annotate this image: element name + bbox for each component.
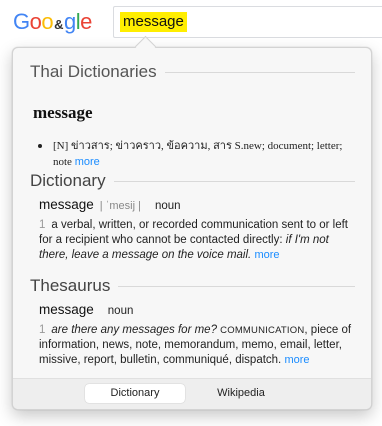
search-box[interactable]: message [113,6,382,38]
sense-number: 1 [39,219,46,231]
lookup-popover: Thai Dictionaries message [N] ข่าวสาร; ข… [12,47,372,410]
tab-wikipedia[interactable]: Wikipedia [191,384,291,403]
sense-number: 1 [39,324,46,336]
dictionary-more-link[interactable]: more [254,249,279,261]
popover-content[interactable]: Thai Dictionaries message [N] ข่าวสาร; ข… [13,48,371,379]
sense-tag: COMMUNICATION [220,325,305,336]
section-heading-thesaurus: Thesaurus [30,276,355,296]
divider [118,285,355,287]
dictionary-sense: 1a verbal, written, or recorded communic… [39,219,348,261]
dictionary-headword: message | ˈmesij | noun [39,197,181,212]
usage-example: are there any messages for me? [51,324,217,336]
pronunciation: | ˈmesij | [99,200,141,212]
section-heading-dictionary: Dictionary [30,171,355,191]
divider [164,71,355,73]
part-of-speech: noun [154,200,181,212]
tab-dictionary[interactable]: Dictionary [85,384,185,403]
bullet-icon [38,144,42,148]
browser-top-bar: Goo&gle message [0,0,382,40]
part-of-speech: noun [107,305,134,317]
search-query-highlight[interactable]: message [120,12,187,32]
thesaurus-headword: message noun [39,302,134,317]
thai-definition: [N] ข่าวสาร; ข่าวคราว, ข้อความ, สาร S.ne… [38,138,343,170]
search-logo[interactable]: Goo&gle [13,9,92,38]
thesaurus-more-link[interactable]: more [284,354,309,366]
section-heading-thai: Thai Dictionaries [30,62,355,82]
thesaurus-sense: 1 are there any messages for me? COMMUNIC… [39,323,355,368]
thai-more-link[interactable]: more [75,156,100,168]
divider [113,180,355,182]
thai-entry-word: message [33,103,93,122]
source-tab-bar: Dictionary Wikipedia [13,378,371,409]
